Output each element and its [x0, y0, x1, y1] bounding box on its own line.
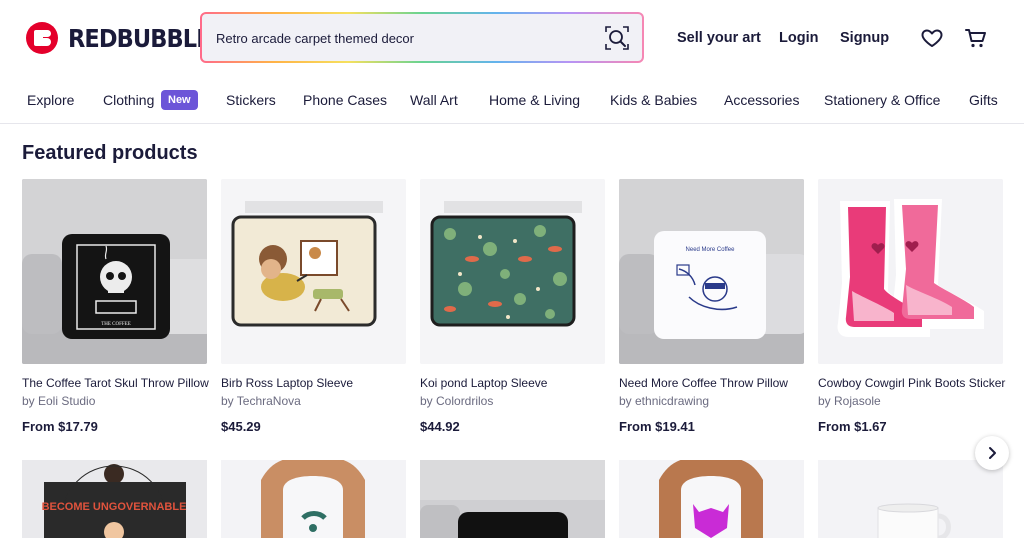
- product-artist[interactable]: by Colordrilos: [420, 394, 606, 408]
- product-card[interactable]: Birb Ross Laptop Sleeve by TechraNova $4…: [221, 179, 407, 434]
- section-title: Featured products: [22, 142, 198, 164]
- search-input[interactable]: [216, 27, 586, 49]
- product-price: $44.92: [420, 419, 460, 434]
- product-price: From $17.79: [22, 419, 98, 434]
- chevron-right-icon: [989, 447, 996, 459]
- search-bar: [200, 12, 644, 63]
- pillow-caption: THE COFFEE: [101, 322, 131, 327]
- product-image[interactable]: BECOME UNGOVERNABLE: [22, 460, 207, 538]
- visual-search-icon[interactable]: [604, 25, 630, 51]
- carousel-next-button[interactable]: [975, 436, 1009, 470]
- product-image[interactable]: [818, 179, 1003, 364]
- product-image[interactable]: [420, 460, 605, 538]
- nav-explore[interactable]: Explore: [27, 92, 74, 108]
- product-artist[interactable]: by Rojasole: [818, 394, 1004, 408]
- product-title[interactable]: Need More Coffee Throw Pillow: [619, 376, 805, 390]
- nav-stickers[interactable]: Stickers: [226, 92, 276, 108]
- new-badge: New: [161, 90, 198, 110]
- product-title[interactable]: Koi pond Laptop Sleeve: [420, 376, 606, 390]
- nav-stationery-office[interactable]: Stationery & Office: [824, 92, 940, 108]
- product-card[interactable]: Cowboy Cowgirl Pink Boots Sticker by Roj…: [818, 179, 1005, 434]
- logo-wordmark: REDBUBBLE: [68, 23, 212, 53]
- product-price: From $19.41: [619, 419, 695, 434]
- heart-icon[interactable]: [920, 26, 944, 50]
- product-image[interactable]: [619, 460, 804, 538]
- search-box: [202, 14, 642, 61]
- product-price: From $1.67: [818, 419, 887, 434]
- product-image[interactable]: [221, 460, 406, 538]
- product-image[interactable]: [420, 179, 605, 364]
- tapestry-text: BECOME UNGOVERNABLE: [42, 501, 187, 513]
- redbubble-logo[interactable]: REDBUBBLE: [26, 22, 227, 54]
- product-title[interactable]: The Coffee Tarot Skul Throw Pillow: [22, 376, 209, 390]
- nav-kids-babies[interactable]: Kids & Babies: [610, 92, 697, 108]
- pillow-caption: Need More Coffee: [686, 247, 736, 253]
- sell-your-art-link[interactable]: Sell your art: [677, 30, 761, 46]
- product-image[interactable]: [221, 179, 406, 364]
- product-price: $45.29: [221, 419, 261, 434]
- product-card[interactable]: Need More Coffee Need More Coffee Throw …: [619, 179, 805, 434]
- cart-icon[interactable]: [964, 26, 988, 50]
- product-image[interactable]: [818, 460, 1003, 538]
- category-nav: Explore Clothing New Stickers Phone Case…: [0, 82, 1024, 124]
- product-artist[interactable]: by ethnicdrawing: [619, 394, 805, 408]
- product-card[interactable]: Koi pond Laptop Sleeve by Colordrilos $4…: [420, 179, 606, 434]
- nav-gifts[interactable]: Gifts: [969, 92, 998, 108]
- nav-home-living[interactable]: Home & Living: [489, 92, 580, 108]
- nav-accessories[interactable]: Accessories: [724, 92, 799, 108]
- product-image[interactable]: THE COFFEE: [22, 179, 207, 364]
- product-artist[interactable]: by Eoli Studio: [22, 394, 208, 408]
- login-link[interactable]: Login: [779, 30, 818, 46]
- signup-link[interactable]: Signup: [840, 30, 889, 46]
- product-title[interactable]: Cowboy Cowgirl Pink Boots Sticker: [818, 376, 1005, 390]
- product-image[interactable]: Need More Coffee: [619, 179, 804, 364]
- product-title[interactable]: Birb Ross Laptop Sleeve: [221, 376, 407, 390]
- product-artist[interactable]: by TechraNova: [221, 394, 407, 408]
- header: REDBUBBLE Sell your art Login Signup: [0, 0, 1024, 78]
- nav-clothing[interactable]: Clothing: [103, 92, 154, 108]
- logo-mark-icon: [26, 22, 58, 54]
- nav-phone-cases[interactable]: Phone Cases: [303, 92, 387, 108]
- nav-wall-art[interactable]: Wall Art: [410, 92, 458, 108]
- product-card[interactable]: THE COFFEE The Coffee Tarot Skul Throw P…: [22, 179, 209, 434]
